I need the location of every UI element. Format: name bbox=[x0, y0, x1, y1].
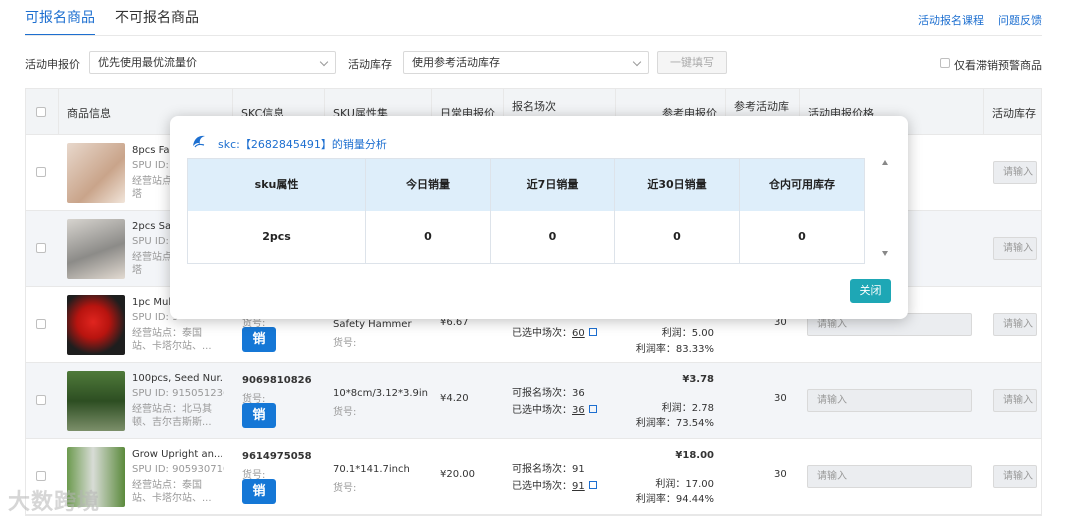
stat-col-stock: 仓内可用库存 bbox=[769, 178, 835, 191]
scroll-up-arrow-icon[interactable] bbox=[882, 160, 888, 165]
stock-select-value: 使用参考活动库存 bbox=[412, 56, 500, 69]
chevron-down-icon bbox=[319, 57, 329, 67]
stat-col-7days: 近7日销量 bbox=[491, 159, 615, 211]
tab-ineligible-products[interactable]: 不可报名商品 bbox=[115, 0, 199, 36]
stat-sku-value: 2pcs bbox=[188, 211, 366, 263]
sales-analysis-button[interactable]: 销 bbox=[242, 327, 276, 352]
sku-number-label: 货号: bbox=[333, 483, 357, 494]
spu-id: SPU ID: 915051236 bbox=[132, 388, 224, 399]
activity-stock-input[interactable]: 请输入 bbox=[993, 389, 1037, 412]
selected-sessions[interactable]: 已选中场次：91 bbox=[512, 477, 597, 492]
bird-logo-icon bbox=[193, 135, 205, 148]
daily-price: ¥4.20 bbox=[440, 393, 469, 404]
stat-col-30days: 近30日销量 bbox=[615, 159, 740, 211]
available-sessions: 可报名场次：91 bbox=[512, 464, 585, 475]
sku-attribute: Safety Hammer bbox=[333, 319, 412, 330]
reference-price: 利润：5.00 利润率：83.33% bbox=[635, 328, 714, 355]
price-label: 活动申报价 bbox=[25, 58, 80, 71]
warn-checkbox[interactable] bbox=[940, 58, 950, 68]
row-checkbox[interactable] bbox=[36, 243, 46, 253]
skc-id: 9614975058 bbox=[242, 451, 312, 462]
sku-attribute: 70.1*141.7inch bbox=[333, 464, 410, 475]
sku-attribute: 10*8cm/3.12*3.9in bbox=[333, 388, 428, 399]
daily-price: ¥20.00 bbox=[440, 469, 475, 480]
activity-price-input[interactable]: 请输入 bbox=[807, 389, 972, 412]
available-sessions: 可报名场次：36 bbox=[512, 388, 585, 399]
row-checkbox[interactable] bbox=[36, 395, 46, 405]
header-activity-stock: 活动库存 bbox=[983, 89, 1043, 135]
stat-7days-value: 0 bbox=[491, 211, 615, 263]
reference-stock: 30 bbox=[774, 469, 787, 480]
product-name[interactable]: 100pcs, Seed Nur... bbox=[132, 373, 222, 384]
stat-stock-value: 0 bbox=[798, 230, 806, 243]
table-row: 100pcs, Seed Nur... SPU ID: 915051236 经营… bbox=[26, 363, 1041, 439]
price-select[interactable]: 优先使用最优流量价 bbox=[89, 51, 336, 74]
activity-stock-input[interactable]: 请输入 bbox=[993, 237, 1037, 260]
filter-bar: 活动申报价 优先使用最优流量价 活动库存 使用参考活动库存 一键填写 仅看滞销预… bbox=[25, 51, 1042, 75]
external-link-icon bbox=[588, 405, 597, 413]
sku-number-label: 货号: bbox=[333, 407, 357, 418]
stock-select[interactable]: 使用参考活动库存 bbox=[403, 51, 649, 74]
product-thumbnail[interactable] bbox=[67, 219, 125, 279]
reference-stock: 30 bbox=[774, 393, 787, 404]
price-select-value: 优先使用最优流量价 bbox=[98, 56, 197, 69]
stat-col-sku: sku属性 bbox=[188, 159, 366, 211]
site-list: 经营站点：泰国站、卡塔尔站、... bbox=[132, 328, 212, 352]
product-thumbnail[interactable] bbox=[67, 295, 125, 355]
activity-price-input[interactable]: 请输入 bbox=[807, 465, 972, 488]
fill-all-button[interactable]: 一键填写 bbox=[657, 51, 727, 74]
tab-eligible-products[interactable]: 可报名商品 bbox=[25, 0, 95, 36]
close-button[interactable]: 关闭 bbox=[850, 279, 891, 303]
reference-price: ¥3.78 利润：2.78 利润率：73.54% bbox=[635, 374, 714, 429]
top-links: 活动报名课程 问题反馈 bbox=[918, 12, 1042, 28]
stat-30days-value: 0 bbox=[615, 211, 740, 263]
row-checkbox[interactable] bbox=[36, 167, 46, 177]
chevron-down-icon bbox=[632, 57, 642, 67]
sales-analysis-modal: skc:【2682845491】的销量分析 sku属性 今日销量 近7日销量 近… bbox=[170, 116, 908, 319]
stat-col-today: 今日销量 bbox=[366, 159, 491, 211]
product-thumbnail[interactable] bbox=[67, 143, 125, 203]
sku-number-label: 货号: bbox=[333, 338, 357, 349]
tab-divider bbox=[25, 35, 1042, 36]
site-list: 经营站点：北马其顿、吉尔吉斯斯... bbox=[132, 404, 212, 428]
stat-today-value: 0 bbox=[366, 211, 491, 263]
watermark-logo: 大数跨境 bbox=[8, 490, 101, 515]
site-list: 经营站点：泰国站、卡塔尔站、... bbox=[132, 480, 212, 504]
skc-id: 9069810826 bbox=[242, 375, 312, 386]
row-checkbox[interactable] bbox=[36, 319, 46, 329]
external-link-icon bbox=[588, 481, 597, 489]
selected-sessions[interactable]: 已选中场次：36 bbox=[512, 401, 597, 416]
sales-stat-table: sku属性 今日销量 近7日销量 近30日销量 仓内可用库存 2pcs 0 0 … bbox=[187, 158, 865, 264]
tab-bar: 可报名商品 不可报名商品 bbox=[25, 0, 199, 36]
table-row: Grow Upright an... SPU ID: 905930710 经营站… bbox=[26, 439, 1041, 515]
select-all-checkbox[interactable] bbox=[36, 107, 46, 117]
warn-checkbox-label: 仅看滞销预警商品 bbox=[954, 59, 1042, 72]
product-name[interactable]: Grow Upright an... bbox=[132, 449, 222, 460]
course-link[interactable]: 活动报名课程 bbox=[918, 12, 984, 28]
modal-title: skc:【2682845491】的销量分析 bbox=[218, 138, 387, 151]
activity-stock-input[interactable]: 请输入 bbox=[993, 161, 1037, 184]
activity-stock-input[interactable]: 请输入 bbox=[993, 465, 1037, 488]
reference-price: ¥18.00 利润：17.00 利润率：94.44% bbox=[635, 450, 714, 505]
scroll-down-arrow-icon[interactable] bbox=[882, 251, 888, 256]
feedback-link[interactable]: 问题反馈 bbox=[998, 12, 1042, 28]
warn-filter[interactable]: 仅看滞销预警商品 bbox=[940, 57, 1042, 73]
sales-analysis-button[interactable]: 销 bbox=[242, 479, 276, 504]
external-link-icon bbox=[588, 328, 597, 336]
stat-data-row: 2pcs 0 0 0 0 bbox=[188, 211, 864, 263]
activity-stock-input[interactable]: 请输入 bbox=[993, 313, 1037, 336]
spu-id: SPU ID: 905930710 bbox=[132, 464, 224, 475]
stock-label: 活动库存 bbox=[348, 58, 392, 71]
stat-header-row: sku属性 今日销量 近7日销量 近30日销量 仓内可用库存 bbox=[188, 159, 864, 211]
product-thumbnail[interactable] bbox=[67, 371, 125, 431]
selected-sessions[interactable]: 已选中场次：60 bbox=[512, 324, 597, 339]
row-checkbox[interactable] bbox=[36, 471, 46, 481]
sales-analysis-button[interactable]: 销 bbox=[242, 403, 276, 428]
